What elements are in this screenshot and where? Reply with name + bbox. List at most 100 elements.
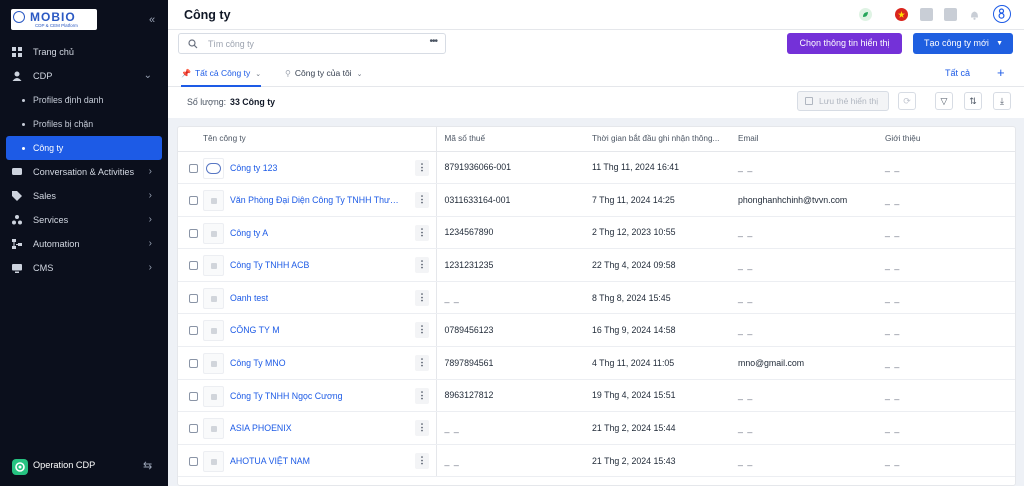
column-header-tax[interactable]: Mã số thuế xyxy=(436,127,584,152)
table-row[interactable]: ASIA PHOENIX ⋮ _ _ 21 Thg 2, 2024 15:44 _ _ _… xyxy=(178,411,1015,445)
bell-icon[interactable] xyxy=(968,8,981,21)
table-row[interactable]: Công Ty TNHH Ngọc Cương ⋮ 8963127812 19 Thg… xyxy=(178,379,1015,413)
download-icon[interactable]: ⤓ xyxy=(993,92,1011,110)
home-icon xyxy=(12,47,22,57)
email-cell: _ _ xyxy=(730,411,877,445)
row-menu-icon[interactable]: ⋮ xyxy=(415,387,429,404)
table-row[interactable]: Công ty 123 ⋮ 8791936066-001 11 Thg 11, 202… xyxy=(178,151,1015,185)
avatar[interactable] xyxy=(993,5,1011,23)
tab-all-companies[interactable]: 📌 Tất cả Công ty ⌄ xyxy=(181,61,262,87)
companies-table: Tên công ty Mã số thuế Thời gian bắt đầu… xyxy=(178,127,1015,478)
chat-icon xyxy=(12,168,22,175)
email-cell: _ _ xyxy=(730,313,877,348)
table-row[interactable]: Công Ty MNO ⋮ 7897894561 4 Thg 11, 2024 11:… xyxy=(178,346,1015,380)
collapse-sidebar-icon[interactable]: « xyxy=(149,14,155,26)
time-cell: 11 Thg 11, 2024 16:41 xyxy=(584,151,730,185)
sidebar-item-cdp[interactable]: CDP ⌄ xyxy=(0,64,168,88)
company-name-link[interactable]: Công Ty TNHH Ngọc Cương xyxy=(230,391,343,401)
row-menu-icon[interactable]: ⋮ xyxy=(415,420,429,437)
sidebar-item-label: Automation xyxy=(33,239,80,249)
row-checkbox[interactable] xyxy=(189,261,198,271)
company-logo-icon xyxy=(203,418,224,440)
sidebar-subitem-cong-ty[interactable]: Công ty xyxy=(6,136,162,160)
logo-mark xyxy=(13,11,25,23)
row-menu-icon[interactable]: ⋮ xyxy=(415,257,429,274)
create-company-button[interactable]: Tạo công ty mới ▼ xyxy=(913,33,1013,54)
add-view-icon[interactable]: + xyxy=(997,61,1005,85)
company-name-link[interactable]: Oanh test xyxy=(230,293,268,303)
column-header-intro[interactable]: Giới thiệu xyxy=(877,127,1015,152)
row-menu-icon[interactable]: ⋮ xyxy=(415,289,429,306)
refresh-icon[interactable]: ⟳ xyxy=(898,92,916,110)
row-checkbox[interactable] xyxy=(189,228,198,238)
sidebar-item-trang-chu[interactable]: Trang chủ xyxy=(0,40,168,64)
tax-code-cell: 8963127812 xyxy=(436,379,584,413)
row-menu-icon[interactable]: ⋮ xyxy=(415,322,429,339)
search-input[interactable] xyxy=(208,37,408,51)
mobio-logo[interactable]: MOBIO CDP & CEM Platform xyxy=(11,9,97,30)
logo-text: MOBIO xyxy=(30,10,76,24)
sidebar-item-conversation[interactable]: Conversation & Activities › xyxy=(0,160,168,184)
row-checkbox[interactable] xyxy=(189,391,198,401)
save-view-button[interactable]: Lưu thẻ hiển thị xyxy=(797,91,889,111)
switch-icon[interactable]: ⇆ xyxy=(143,459,152,472)
company-name-link[interactable]: CÔNG TY M xyxy=(230,325,280,335)
sidebar-item-label: Services xyxy=(33,215,69,225)
row-checkbox[interactable] xyxy=(189,326,198,336)
company-name-link[interactable]: Công Ty TNHH ACB xyxy=(230,260,309,270)
caret-down-icon[interactable]: ▼ xyxy=(996,33,1003,54)
all-views-link[interactable]: Tất cả xyxy=(945,61,970,86)
book-icon[interactable] xyxy=(920,8,933,21)
intro-cell: _ _ xyxy=(877,346,1015,380)
save-icon xyxy=(805,97,813,105)
row-checkbox[interactable] xyxy=(189,359,198,369)
table-row[interactable]: Oanh test ⋮ _ _ 8 Thg 8, 2024 15:45 _ _ _ _ xyxy=(178,281,1015,315)
row-menu-icon[interactable]: ⋮ xyxy=(415,355,429,372)
sidebar-item-sales[interactable]: Sales › xyxy=(0,184,168,208)
company-name-cell: Công Ty TNHH ACB ⋮ xyxy=(178,248,437,282)
company-name-link[interactable]: AHOTUA VIỆT NAM xyxy=(230,456,310,466)
help-icon[interactable] xyxy=(944,8,957,21)
company-name-link[interactable]: Công ty 123 xyxy=(230,163,277,173)
sidebar-item-cms[interactable]: CMS › xyxy=(0,256,168,280)
more-options-icon[interactable]: ••• xyxy=(429,36,437,47)
leaf-icon[interactable] xyxy=(859,8,872,21)
table-row[interactable]: Công Ty TNHH ACB ⋮ 1231231235 22 Thg 4, 202… xyxy=(178,248,1015,282)
row-checkbox[interactable] xyxy=(189,196,198,206)
company-logo-icon xyxy=(203,157,224,179)
intro-cell: _ _ xyxy=(877,216,1015,250)
vietnam-flag-icon[interactable] xyxy=(895,8,908,21)
table-row[interactable]: Công ty A ⋮ 1234567890 2 Thg 12, 2023 10:55… xyxy=(178,216,1015,250)
table-row[interactable]: CÔNG TY M ⋮ 0789456123 16 Thg 9, 2024 14:58… xyxy=(178,313,1015,348)
choose-display-info-button[interactable]: Chọn thông tin hiển thị xyxy=(787,33,902,54)
row-menu-icon[interactable]: ⋮ xyxy=(415,224,429,241)
sidebar-subitem-profiles-bi-chan[interactable]: Profiles bị chặn xyxy=(0,112,168,136)
company-name-link[interactable]: Văn Phòng Đại Diện Công Ty TNHH Thương..… xyxy=(230,195,404,205)
company-name-link[interactable]: ASIA PHOENIX xyxy=(230,423,292,433)
row-menu-icon[interactable]: ⋮ xyxy=(415,192,429,209)
filter-icon[interactable]: ▽ xyxy=(935,92,953,110)
row-checkbox[interactable] xyxy=(189,293,198,303)
row-checkbox[interactable] xyxy=(189,456,198,466)
row-menu-icon[interactable]: ⋮ xyxy=(415,452,429,469)
bullet-icon xyxy=(22,123,25,126)
sidebar-subitem-profiles-dinh-danh[interactable]: Profiles định danh xyxy=(0,88,168,112)
sidebar-item-services[interactable]: Services › xyxy=(0,208,168,232)
workspace-switcher[interactable]: Operation CDP ⇆ xyxy=(0,456,168,480)
company-name-link[interactable]: Công Ty MNO xyxy=(230,358,286,368)
email-cell: phonghanhchinh@tvvn.com xyxy=(730,183,877,217)
row-checkbox[interactable] xyxy=(189,424,198,434)
table-row[interactable]: Văn Phòng Đại Diện Công Ty TNHH Thương..… xyxy=(178,183,1015,217)
column-header-email[interactable]: Email xyxy=(730,127,877,152)
company-name-cell: Công ty 123 ⋮ xyxy=(178,151,437,185)
tab-my-companies[interactable]: ⚲ Công ty của tôi ⌄ xyxy=(285,61,362,87)
company-name-link[interactable]: Công ty A xyxy=(230,228,268,238)
sidebar-item-automation[interactable]: Automation › xyxy=(0,232,168,256)
column-header-time[interactable]: Thời gian bắt đầu ghi nhận thông... xyxy=(584,127,730,152)
row-menu-icon[interactable]: ⋮ xyxy=(415,159,429,176)
search-box[interactable]: ••• xyxy=(178,33,446,54)
column-header-name[interactable]: Tên công ty xyxy=(178,127,437,152)
table-row[interactable]: AHOTUA VIỆT NAM ⋮ _ _ 21 Thg 2, 2024 15:43 _… xyxy=(178,444,1015,478)
row-checkbox[interactable] xyxy=(189,163,198,173)
sort-icon[interactable]: ⇅ xyxy=(964,92,982,110)
